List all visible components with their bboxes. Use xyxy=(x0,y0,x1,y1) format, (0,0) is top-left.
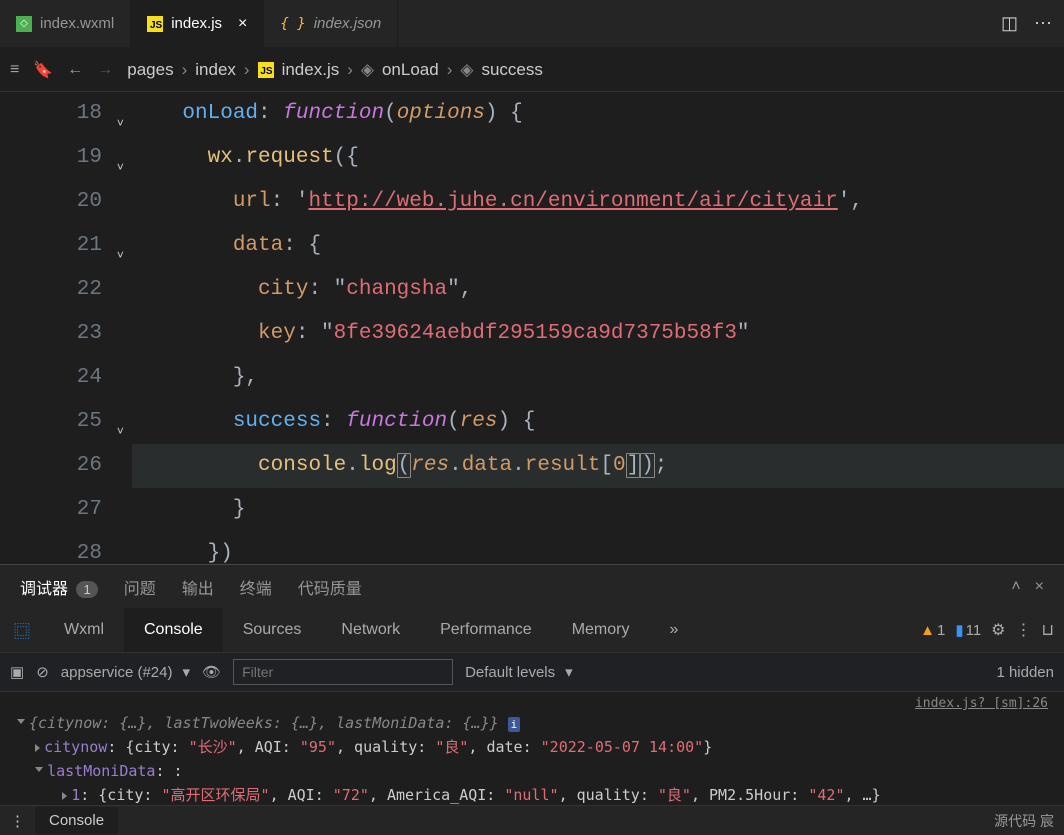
context-label: appservice (#24) xyxy=(61,664,173,681)
info-icon: i xyxy=(508,717,521,732)
action-bar: ≡ 🔖 ← → pages › index › JS index.js › ◈ … xyxy=(0,48,1064,92)
tab-label: index.json xyxy=(314,15,382,32)
back-icon[interactable]: ← xyxy=(67,61,83,79)
panel-tab-debugger[interactable]: 调试器 1 xyxy=(20,575,98,599)
tab-index-js[interactable]: JS index.js × xyxy=(131,0,264,47)
line-gutter: 18˅19˅2021˅22232425˅262728 xyxy=(0,92,132,564)
close-icon[interactable]: × xyxy=(238,15,247,33)
breadcrumb-item[interactable]: index xyxy=(195,60,236,80)
chevron-down-icon: ▾ xyxy=(183,663,191,681)
debugger-count-badge: 1 xyxy=(76,581,97,598)
js-icon: JS xyxy=(258,62,274,78)
bookmark-icon[interactable]: 🔖 xyxy=(33,60,53,80)
console-row[interactable]: lastMoniData: : xyxy=(8,759,1056,783)
status-bar: ⋮ Console 源代码 宸 xyxy=(0,805,1064,835)
wxml-icon: ◇ xyxy=(16,16,32,32)
clear-console-icon[interactable]: ⊘ xyxy=(36,663,49,681)
console-toolbar: ▣ ⊘ appservice (#24) ▾ 👁 Default levels … xyxy=(0,652,1064,692)
panel-tab-quality[interactable]: 代码质量 xyxy=(298,575,362,599)
warning-count[interactable]: ▲1 xyxy=(920,622,945,639)
console-row[interactable]: citynow: {city: "长沙", AQI: "95", quality… xyxy=(8,735,1056,759)
breadcrumb[interactable]: pages › index › JS index.js › ◈ onLoad ›… xyxy=(127,60,543,80)
settings-icon[interactable]: ⚙ xyxy=(991,620,1005,640)
list-icon[interactable]: ≡ xyxy=(10,61,19,79)
status-right: 源代码 宸 xyxy=(994,811,1064,831)
panel-tab-problems[interactable]: 问题 xyxy=(124,575,156,599)
panel-tab-bar: 调试器 1 问题 输出 终端 代码质量 ˄ × xyxy=(0,564,1064,608)
console-row[interactable]: 1: {city: "高开区环保局", AQI: "72", America_A… xyxy=(8,783,1056,805)
json-icon: { } xyxy=(280,16,305,32)
tab-index-wxml[interactable]: ◇ index.wxml xyxy=(0,0,131,47)
levels-label: Default levels xyxy=(465,664,555,681)
context-selector[interactable]: appservice (#24) ▾ xyxy=(61,663,190,681)
more-icon[interactable]: ⋯ xyxy=(1034,13,1052,34)
inspect-icon[interactable]: ⿴ xyxy=(14,618,30,642)
devtab-network[interactable]: Network xyxy=(321,608,420,652)
devtab-performance[interactable]: Performance xyxy=(420,608,552,652)
chevron-up-icon[interactable]: ˄ xyxy=(1011,578,1020,596)
forward-icon[interactable]: → xyxy=(97,61,113,79)
devtab-memory[interactable]: Memory xyxy=(552,608,650,652)
breadcrumb-item[interactable]: pages xyxy=(127,60,173,80)
panel-tab-output[interactable]: 输出 xyxy=(182,575,214,599)
devtab-sources[interactable]: Sources xyxy=(223,608,322,652)
toggle-sidebar-icon[interactable]: ▣ xyxy=(10,663,24,681)
devtools-tab-bar: ⿴ Wxml Console Sources Network Performan… xyxy=(0,608,1064,652)
breadcrumb-item[interactable]: index.js xyxy=(282,60,340,80)
dock-icon[interactable]: ⊔ xyxy=(1042,620,1054,640)
split-editor-icon[interactable]: ◫ xyxy=(1001,13,1018,34)
info-count[interactable]: ▮11 xyxy=(955,621,981,639)
close-panel-icon[interactable]: × xyxy=(1035,578,1044,596)
tab-index-json[interactable]: { } index.json xyxy=(264,0,398,47)
kebab-icon[interactable]: ⋮ xyxy=(1016,620,1032,640)
code-content[interactable]: onLoad: function(options) { wx.request({… xyxy=(132,92,1064,564)
breadcrumb-item[interactable]: success xyxy=(481,60,542,80)
hidden-count[interactable]: 1 hidden xyxy=(996,664,1054,681)
editor-tab-bar: ◇ index.wxml JS index.js × { } index.jso… xyxy=(0,0,1064,48)
live-expression-icon[interactable]: 👁 xyxy=(202,663,221,681)
chevron-down-icon: ▾ xyxy=(565,663,573,681)
breadcrumb-item[interactable]: onLoad xyxy=(382,60,439,80)
panel-tab-terminal[interactable]: 终端 xyxy=(240,575,272,599)
tab-label: index.js xyxy=(171,15,222,32)
levels-selector[interactable]: Default levels ▾ xyxy=(465,663,573,681)
cube-icon: ◈ xyxy=(460,60,473,80)
devtab-console[interactable]: Console xyxy=(124,608,223,652)
js-icon: JS xyxy=(147,16,163,32)
tab-label: index.wxml xyxy=(40,15,114,32)
devtab-wxml[interactable]: Wxml xyxy=(44,608,124,652)
console-drawer-toggle[interactable]: Console xyxy=(35,807,118,834)
cube-icon: ◈ xyxy=(361,60,374,80)
more-tabs-icon[interactable]: » xyxy=(649,608,698,652)
source-link[interactable]: index.js? [sm]:26 xyxy=(8,696,1056,711)
filter-input[interactable] xyxy=(233,659,453,685)
console-row[interactable]: {citynow: {…}, lastTwoWeeks: {…}, lastMo… xyxy=(8,711,1056,735)
kebab-icon[interactable]: ⋮ xyxy=(0,812,35,830)
code-editor[interactable]: 18˅19˅2021˅22232425˅262728 onLoad: funct… xyxy=(0,92,1064,564)
console-output[interactable]: index.js? [sm]:26 {citynow: {…}, lastTwo… xyxy=(0,692,1064,805)
